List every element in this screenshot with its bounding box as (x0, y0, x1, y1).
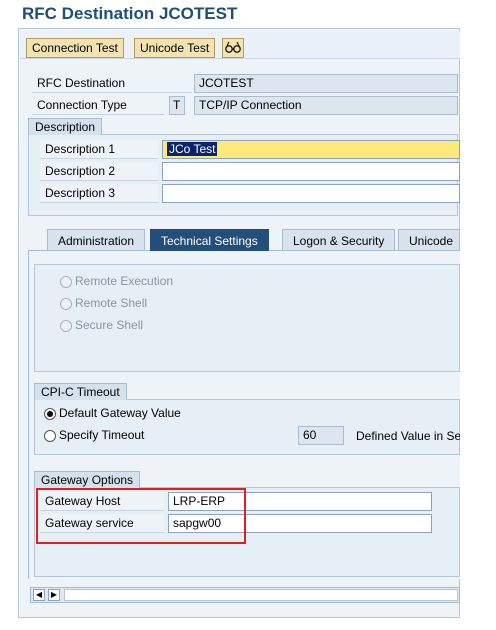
glasses-icon (225, 41, 241, 53)
tab-logon-security[interactable]: Logon & Security (282, 229, 396, 251)
secure-shell-radio[interactable] (60, 320, 72, 332)
description-3-field[interactable] (162, 184, 460, 203)
description-1-label: Description 1 (40, 140, 158, 159)
description-1-value: JCo Test (167, 142, 218, 156)
timeout-value-field[interactable]: 60 (298, 426, 344, 445)
scroll-right-icon: ▶ (50, 590, 58, 599)
remote-execution-radio[interactable] (60, 276, 72, 288)
connection-type-label: Connection Type (32, 96, 164, 115)
specify-timeout-radio[interactable] (44, 430, 56, 442)
connection-test-button[interactable]: Connection Test (26, 38, 124, 58)
description-1-field[interactable]: JCo Test (162, 140, 460, 159)
tab-administration[interactable]: Administration (47, 229, 146, 251)
description-3-label: Description 3 (40, 184, 158, 203)
remote-execution-label: Remote Execution (75, 274, 174, 288)
scroll-left-button[interactable]: ◀ (33, 589, 45, 601)
connection-type-description: TCP/IP Connection (194, 96, 458, 115)
description-group-label: Description (28, 118, 103, 135)
remote-shell-radio[interactable] (60, 298, 72, 310)
scroll-left-icon: ◀ (35, 590, 43, 599)
unicode-test-button[interactable]: Unicode Test (134, 38, 216, 58)
tab-unicode[interactable]: Unicode (398, 229, 460, 251)
scrollbar-track[interactable] (64, 589, 458, 601)
defined-value-label: Defined Value in Se (356, 429, 460, 443)
description-2-label: Description 2 (40, 162, 158, 181)
scroll-right-button[interactable]: ▶ (48, 589, 60, 601)
glasses-button[interactable] (222, 38, 244, 58)
default-gateway-label: Default Gateway Value (59, 406, 181, 420)
specify-timeout-label: Specify Timeout (59, 428, 145, 442)
description-2-field[interactable] (162, 162, 460, 181)
cpic-timeout-group-label: CPI-C Timeout (34, 383, 127, 400)
page-title: RFC Destination JCOTEST (22, 4, 238, 23)
gateway-options-group-label: Gateway Options (34, 471, 141, 488)
tab-technical-settings[interactable]: Technical Settings (150, 229, 269, 251)
rfc-destination-label: RFC Destination (32, 74, 192, 93)
remote-shell-label: Remote Shell (75, 296, 148, 310)
rfc-destination-field[interactable]: JCOTEST (194, 74, 458, 93)
default-gateway-radio[interactable] (44, 408, 56, 420)
gateway-highlight-box (36, 488, 246, 544)
secure-shell-label: Secure Shell (75, 318, 144, 332)
connection-type-code-field[interactable]: T (169, 96, 185, 115)
